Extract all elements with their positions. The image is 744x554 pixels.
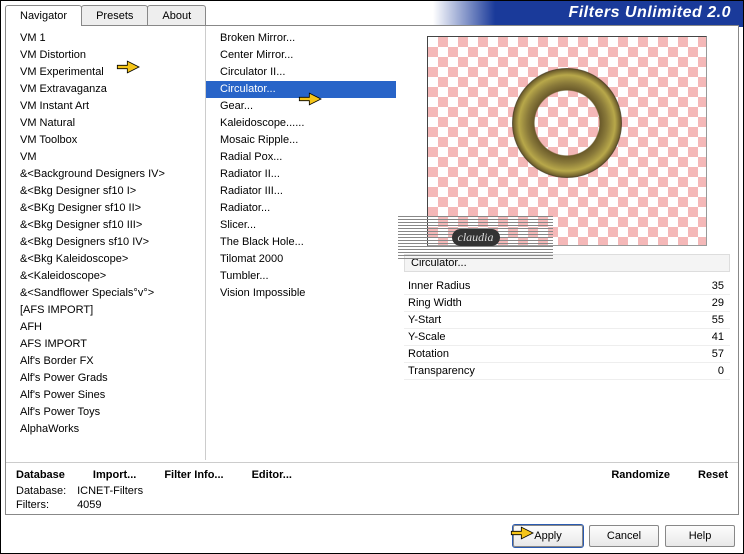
list-item[interactable]: AFH	[6, 319, 205, 336]
toolbar-action[interactable]: Filter Info...	[164, 469, 223, 481]
list-item[interactable]: Slicer...	[206, 217, 396, 234]
list-item[interactable]: VM Experimental	[6, 64, 205, 81]
list-item[interactable]: Tumbler...	[206, 268, 396, 285]
list-item[interactable]: The Black Hole...	[206, 234, 396, 251]
list-item[interactable]: Center Mirror...	[206, 47, 396, 64]
list-item[interactable]: VM	[6, 149, 205, 166]
preview-canvas: claudia	[427, 36, 707, 246]
param-value: 55	[712, 314, 730, 326]
tab-about[interactable]: About	[147, 5, 206, 26]
param-row[interactable]: Rotation 57	[404, 346, 730, 363]
list-item[interactable]: &<Bkg Designer sf10 I>	[6, 183, 205, 200]
status-db-label: Database:	[16, 484, 74, 498]
preview-ring	[512, 68, 622, 178]
param-value: 35	[712, 280, 730, 292]
toolbar-action[interactable]: Import...	[93, 469, 136, 481]
tab-bar: NavigatorPresetsAbout	[5, 5, 205, 26]
list-item[interactable]: &<Sandflower Specials°v°>	[6, 285, 205, 302]
list-item[interactable]: AlphaWorks	[6, 421, 205, 438]
list-item[interactable]: Radiator III...	[206, 183, 396, 200]
list-item[interactable]: AFS IMPORT	[6, 336, 205, 353]
footer-buttons: Apply Cancel Help	[513, 525, 735, 547]
list-item[interactable]: Circulator II...	[206, 64, 396, 81]
bottom-toolbar: Database Import... Filter Info... Editor...…	[6, 462, 738, 514]
list-item[interactable]: Kaleidoscope......	[206, 115, 396, 132]
param-value: 57	[712, 348, 730, 360]
param-row[interactable]: Transparency 0	[404, 363, 730, 380]
list-item[interactable]: &<Bkg Kaleidoscope>	[6, 251, 205, 268]
toolbar-action[interactable]: Editor...	[252, 469, 292, 481]
param-value: 29	[712, 297, 730, 309]
cancel-button[interactable]: Cancel	[589, 525, 659, 547]
param-value: 41	[712, 331, 730, 343]
status-bar: Database: ICNET-Filters Filters: 4059	[16, 484, 143, 512]
list-item[interactable]: &<Kaleidoscope>	[6, 268, 205, 285]
pointer-icon	[297, 89, 325, 109]
param-label: Transparency	[404, 365, 475, 377]
status-filters-label: Filters:	[16, 498, 74, 512]
watermark: claudia	[398, 215, 553, 259]
list-item[interactable]: &<Bkg Designers sf10 IV>	[6, 234, 205, 251]
tab-navigator[interactable]: Navigator	[5, 5, 82, 26]
toolbar-action[interactable]: Randomize	[611, 469, 670, 481]
status-filters-value: 4059	[77, 499, 101, 511]
list-item[interactable]: VM Extravaganza	[6, 81, 205, 98]
tab-presets[interactable]: Presets	[81, 5, 148, 26]
param-value: 0	[718, 365, 730, 377]
watermark-text: claudia	[452, 229, 500, 246]
param-row[interactable]: Y-Start 55	[404, 312, 730, 329]
param-row[interactable]: Ring Width 29	[404, 295, 730, 312]
list-item[interactable]: Alf's Border FX	[6, 353, 205, 370]
list-item[interactable]: Mosaic Ripple...	[206, 132, 396, 149]
app-banner: Filters Unlimited 2.0	[433, 1, 743, 27]
status-db-value: ICNET-Filters	[77, 485, 143, 497]
list-item[interactable]: &<Background Designers IV>	[6, 166, 205, 183]
preview-panel: claudia Circulator... Inner Radius35Ring…	[396, 26, 738, 460]
list-item[interactable]: Alf's Power Toys	[6, 404, 205, 421]
list-item[interactable]: Alf's Power Sines	[6, 387, 205, 404]
list-item[interactable]: VM 1	[6, 30, 205, 47]
pointer-icon	[509, 523, 537, 543]
pointer-icon	[115, 57, 143, 77]
param-label: Ring Width	[404, 297, 462, 309]
list-item[interactable]: &<Bkg Designer sf10 III>	[6, 217, 205, 234]
list-item[interactable]: Radiator II...	[206, 166, 396, 183]
help-button[interactable]: Help	[665, 525, 735, 547]
list-item[interactable]: VM Distortion	[6, 47, 205, 64]
list-item[interactable]: VM Instant Art	[6, 98, 205, 115]
list-item[interactable]: Alf's Power Grads	[6, 370, 205, 387]
category-list[interactable]: VM 1VM DistortionVM ExperimentalVM Extra…	[6, 26, 206, 460]
param-label: Y-Start	[404, 314, 441, 326]
param-label: Inner Radius	[404, 280, 470, 292]
list-item[interactable]: VM Toolbox	[6, 132, 205, 149]
toolbar-action[interactable]: Database	[16, 469, 65, 481]
param-row[interactable]: Y-Scale 41	[404, 329, 730, 346]
list-item[interactable]: Tilomat 2000	[206, 251, 396, 268]
list-item[interactable]: &<BKg Designer sf10 II>	[6, 200, 205, 217]
toolbar-action[interactable]: Reset	[698, 469, 728, 481]
main-panel: VM 1VM DistortionVM ExperimentalVM Extra…	[5, 25, 739, 515]
param-label: Rotation	[404, 348, 449, 360]
list-item[interactable]: [AFS IMPORT]	[6, 302, 205, 319]
param-label: Y-Scale	[404, 331, 446, 343]
param-row[interactable]: Inner Radius 35	[404, 278, 730, 295]
list-item[interactable]: VM Natural	[6, 115, 205, 132]
list-item[interactable]: Broken Mirror...	[206, 30, 396, 47]
list-item[interactable]: Radiator...	[206, 200, 396, 217]
list-item[interactable]: Radial Pox...	[206, 149, 396, 166]
list-item[interactable]: Vision Impossible	[206, 285, 396, 302]
parameter-list: Inner Radius 35 Ring Width 29 Y-Start 55 Y-Sca…	[404, 278, 730, 380]
